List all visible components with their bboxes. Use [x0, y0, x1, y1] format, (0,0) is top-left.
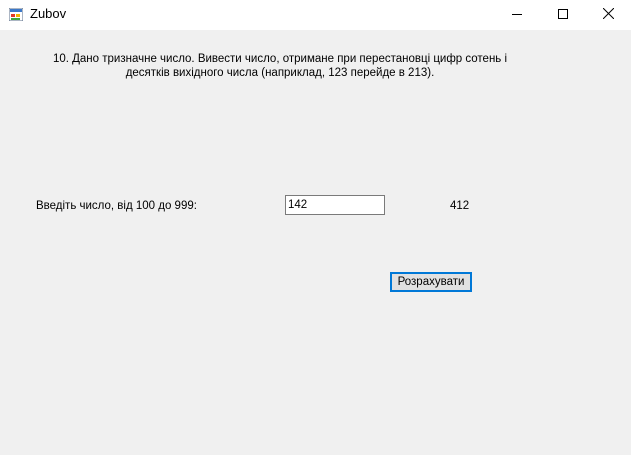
- task-description-line-2: десятків вихідного числа (наприклад, 123…: [125, 67, 435, 79]
- maximize-icon: [558, 6, 568, 24]
- number-input-label: Введіть число, від 100 до 999:: [36, 200, 197, 212]
- maximize-button[interactable]: [540, 0, 586, 29]
- task-description: 10. Дано тризначне число. Вивести число,…: [40, 52, 520, 80]
- minimize-icon: [512, 6, 522, 24]
- close-icon: [602, 6, 614, 24]
- minimize-button[interactable]: [494, 0, 540, 29]
- title-bar[interactable]: Zubov: [0, 0, 631, 30]
- number-input[interactable]: [285, 195, 385, 215]
- winforms-app-icon: [8, 7, 24, 22]
- calculate-button[interactable]: Розрахувати: [390, 272, 472, 292]
- window-title: Zubov: [30, 6, 67, 21]
- result-label: 412: [450, 200, 470, 212]
- task-description-line-1: 10. Дано тризначне число. Вивести число,…: [52, 53, 508, 65]
- app-window: Zubov 10. Дано тризначне число. Вивести …: [0, 0, 631, 455]
- close-button[interactable]: [585, 0, 631, 29]
